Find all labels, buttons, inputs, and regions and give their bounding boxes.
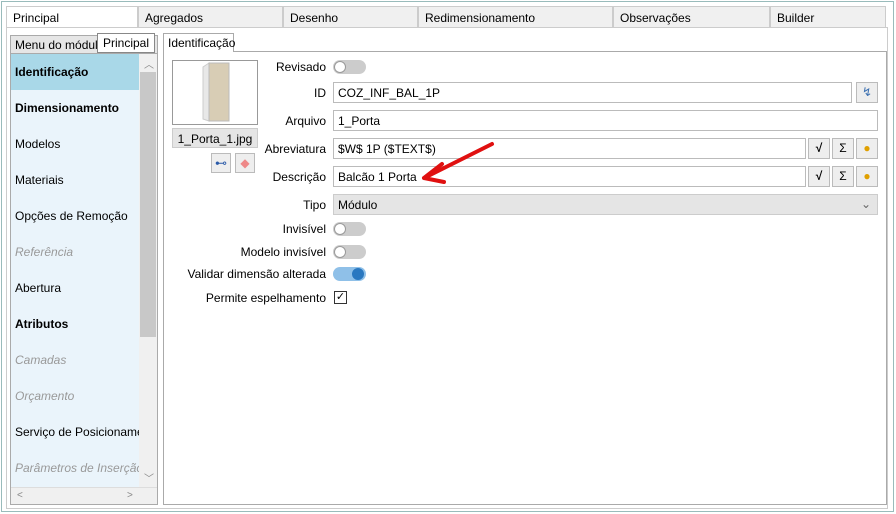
module-menu: Menu do módulo Identificação Dimensionam… (10, 35, 158, 505)
red-arrow-annotation (422, 142, 494, 184)
menu-item-abertura[interactable]: Abertura (11, 270, 139, 306)
formula-icon[interactable]: √ (808, 166, 830, 187)
espelhamento-checkbox[interactable]: ✓ (334, 291, 347, 304)
menu-item-parametros-insercao[interactable]: Parâmetros de Inserção (11, 450, 139, 486)
binoculars-icon[interactable]: ⊷ (211, 153, 231, 173)
revisado-label: Revisado (275, 60, 326, 74)
menu-item-materiais[interactable]: Materiais (11, 162, 139, 198)
vertical-scrollbar[interactable]: ︿ ﹀ (139, 54, 157, 487)
tab-redimensionamento[interactable]: Redimensionamento (418, 6, 613, 28)
tab-agregados[interactable]: Agregados (138, 6, 283, 28)
menu-item-opcoes-remocao[interactable]: Opções de Remoção (11, 198, 139, 234)
image-filename-button[interactable]: 1_Porta_1.jpg (172, 128, 258, 148)
invisivel-toggle[interactable] (333, 222, 366, 236)
module-thumbnail (172, 60, 258, 125)
tipo-value: Módulo (338, 198, 378, 212)
formula-icon[interactable]: √ (808, 138, 830, 159)
invisivel-label: Invisível (282, 222, 326, 236)
menu-item-orcamento[interactable]: Orçamento (11, 378, 139, 414)
validar-label: Validar dimensão alterada (187, 267, 326, 281)
revisado-toggle[interactable] (333, 60, 366, 74)
arquivo-field[interactable]: 1_Porta (333, 110, 878, 131)
tipo-select[interactable]: Módulo ⌄ (333, 194, 878, 215)
main-tabs: Principal Agregados Desenho Redimensiona… (6, 6, 886, 28)
scroll-down-icon[interactable]: ﹀ (144, 470, 154, 485)
menu-item-referencia[interactable]: Referência (11, 234, 139, 270)
tab-identificacao[interactable]: Identificação (163, 33, 235, 52)
validar-toggle[interactable] (333, 267, 366, 281)
tab-observacoes[interactable]: Observações (613, 6, 770, 28)
chevron-down-icon: ⌄ (860, 197, 871, 211)
scroll-left-icon[interactable]: < (17, 490, 23, 501)
tab-desenho[interactable]: Desenho (283, 6, 418, 28)
horizontal-scrollbar[interactable]: < > (11, 487, 157, 504)
abreviatura-field[interactable]: $W$ 1P ($TEXT$) (333, 138, 806, 159)
tipo-label: Tipo (303, 198, 326, 212)
menu-item-identificacao[interactable]: Identificação (11, 54, 139, 90)
espelhamento-label: Permite espelhamento (205, 291, 326, 305)
scrollbar-thumb[interactable] (140, 72, 156, 337)
cabinet-image (202, 62, 230, 122)
tab-principal[interactable]: Principal (6, 6, 138, 28)
eraser-icon[interactable]: ◆ (235, 153, 255, 173)
menu-item-atributos[interactable]: Atributos (11, 306, 139, 342)
arquivo-label: Arquivo (285, 114, 326, 128)
scroll-up-icon[interactable]: ︿ (144, 56, 154, 71)
scroll-right-icon[interactable]: > (127, 490, 133, 501)
comment-icon[interactable]: ● (856, 166, 878, 187)
id-generator-icon[interactable]: ↯ (856, 82, 878, 103)
abreviatura-label: Abreviatura (264, 142, 326, 156)
modelo-invisivel-label: Modelo invisível (240, 245, 326, 259)
sigma-icon[interactable]: Σ (832, 138, 854, 159)
comment-icon[interactable]: ● (856, 138, 878, 159)
id-label: ID (314, 86, 326, 100)
menu-item-camadas[interactable]: Camadas (11, 342, 139, 378)
descricao-label: Descrição (272, 170, 326, 184)
menu-item-modelos[interactable]: Modelos (11, 126, 139, 162)
menu-item-dimensionamento[interactable]: Dimensionamento (11, 90, 139, 126)
tab-builder[interactable]: Builder (770, 6, 886, 28)
menu-item-servico-posicionamento[interactable]: Serviço de Posicionamento (11, 414, 139, 450)
modelo-invisivel-toggle[interactable] (333, 245, 366, 259)
tooltip: Principal (97, 33, 156, 53)
descricao-field[interactable]: Balcão 1 Porta (333, 166, 806, 187)
sigma-icon[interactable]: Σ (832, 166, 854, 187)
id-field[interactable]: COZ_INF_BAL_1P (333, 82, 852, 103)
